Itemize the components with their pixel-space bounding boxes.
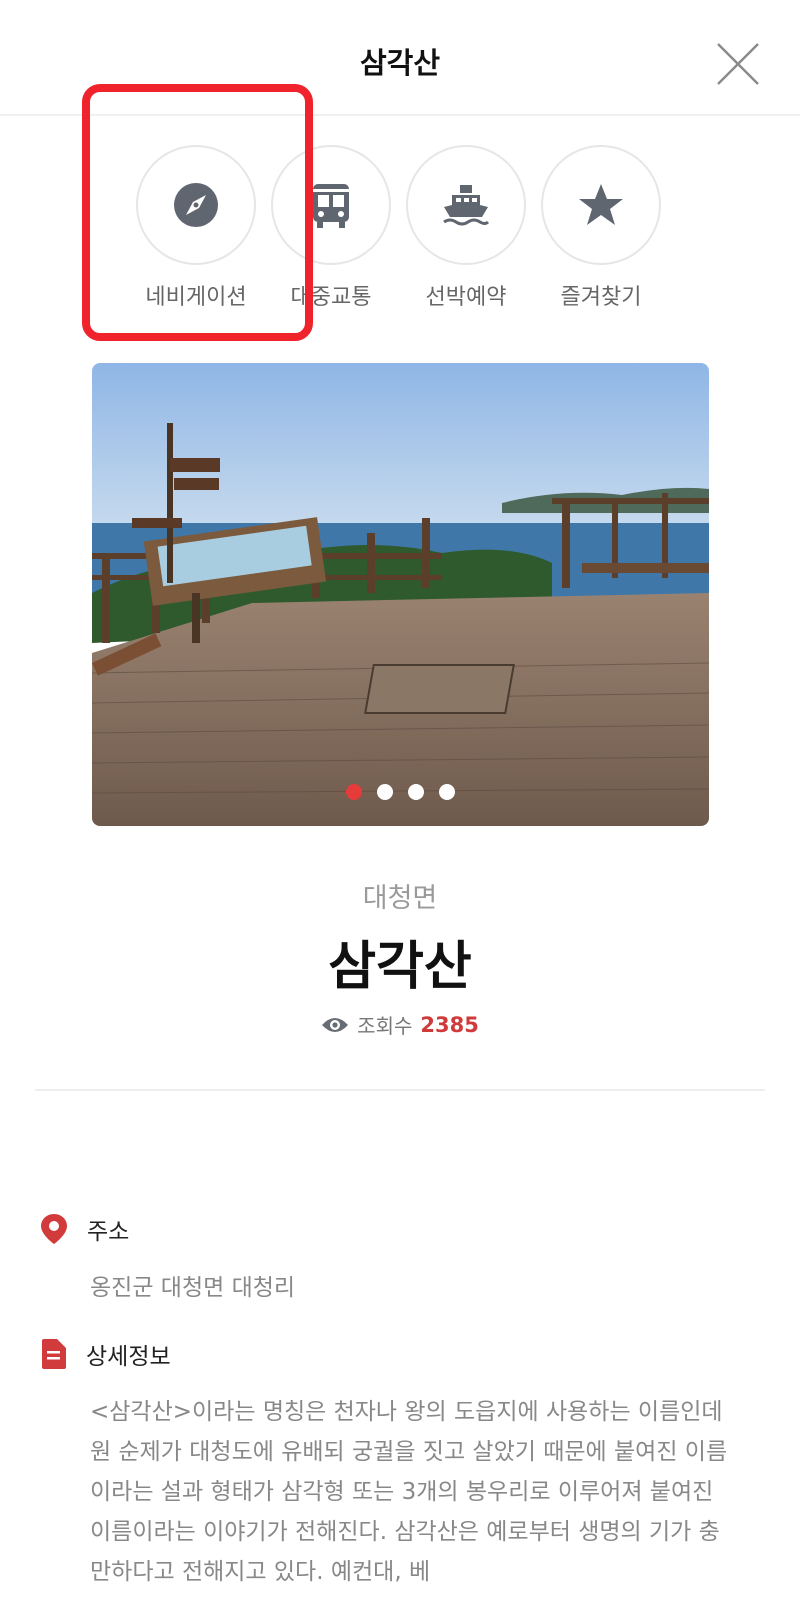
navigation-button[interactable]: 네비게이션 <box>126 145 266 311</box>
transit-label: 대중교통 <box>290 285 372 310</box>
favorite-circle[interactable] <box>541 145 661 265</box>
view-count: 조회수 2385 <box>0 1010 800 1039</box>
close-button[interactable] <box>714 40 762 88</box>
ship-booking-button[interactable]: 선박예약 <box>396 145 536 311</box>
eye-icon <box>322 1017 349 1032</box>
region-label: 대청면 <box>362 883 438 914</box>
document-icon <box>42 1339 66 1369</box>
views-count: 2385 <box>420 1012 479 1037</box>
views-label: 조회수 <box>357 1014 413 1038</box>
divider <box>35 1089 765 1091</box>
favorite-label: 즐겨찾기 <box>560 285 642 310</box>
carousel-dot[interactable] <box>408 784 424 800</box>
address-value: 옹진군 대청면 대청리 <box>90 1275 296 1301</box>
detail-text: <삼각산>이라는 명칭은 천자나 왕의 도읍지에 사용하는 이름인데 원 순제가… <box>90 1399 728 1585</box>
address-label: 주소 <box>87 1219 130 1245</box>
favorite-button[interactable]: 즐겨찾기 <box>531 145 671 311</box>
navigation-circle[interactable] <box>136 145 256 265</box>
detail-label: 상세정보 <box>86 1344 171 1370</box>
carousel-dot[interactable] <box>439 784 455 800</box>
carousel-dot[interactable] <box>377 784 393 800</box>
transit-circle[interactable] <box>271 145 391 265</box>
compass-icon <box>174 183 218 227</box>
page-title: 삼각산 <box>359 46 441 80</box>
navigation-label: 네비게이션 <box>145 285 247 310</box>
photo-carousel[interactable] <box>92 363 709 826</box>
star-icon <box>579 184 623 225</box>
place-name: 삼각산 <box>328 937 472 997</box>
ship-icon <box>443 185 490 226</box>
detail-heading: 상세정보 <box>40 1337 171 1371</box>
close-icon <box>717 43 759 85</box>
ship-booking-label: 선박예약 <box>425 285 507 310</box>
scenery-photo <box>92 363 709 826</box>
ship-booking-circle[interactable] <box>406 145 526 265</box>
action-bar: 네비게이션 대중교통 선박예약 즐겨찾기 <box>0 145 800 315</box>
transit-button[interactable]: 대중교통 <box>261 145 401 311</box>
top-bar: 삼각산 <box>0 0 800 116</box>
carousel-indicator <box>92 784 709 800</box>
bus-icon <box>313 184 349 228</box>
location-pin-icon <box>41 1214 67 1244</box>
carousel-dot[interactable] <box>346 784 362 800</box>
address-heading: 주소 <box>40 1212 129 1246</box>
